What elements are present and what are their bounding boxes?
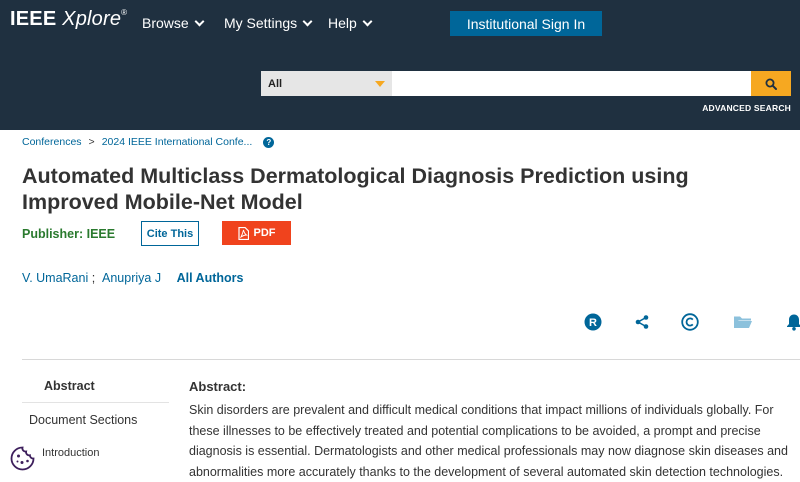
breadcrumb-conference[interactable]: 2024 IEEE International Confe... <box>102 136 253 148</box>
author-separator: ; <box>91 271 96 285</box>
publisher-name: IEEE <box>86 227 116 241</box>
copyright-button[interactable] <box>680 312 700 332</box>
publisher: Publisher: IEEE <box>22 227 115 241</box>
search-input[interactable] <box>392 71 751 96</box>
chevron-down-icon <box>302 16 313 26</box>
save-to-folder-button[interactable] <box>732 312 754 332</box>
rights-icon: R <box>584 313 602 331</box>
sidebar-document-sections-heading: Document Sections <box>29 413 138 427</box>
site-header: IEEE Xplore® Browse My Settings Help Ins… <box>0 0 800 130</box>
nav-browse-label: Browse <box>142 15 189 31</box>
abstract-heading: Abstract: <box>189 379 247 394</box>
pdf-button[interactable]: PDF <box>222 221 291 245</box>
publisher-label: Publisher: <box>22 227 84 241</box>
search-scope-select[interactable]: All <box>261 71 392 96</box>
abstract-text: Skin disorders are prevalent and difficu… <box>189 403 788 479</box>
share-icon <box>635 315 649 329</box>
help-icon[interactable]: ? <box>263 136 275 148</box>
breadcrumb-separator: > <box>88 136 95 148</box>
cookie-preferences-button[interactable] <box>8 444 37 473</box>
nav-browse[interactable]: Browse <box>142 15 205 31</box>
ieee-xplore-logo[interactable]: IEEE Xplore® <box>10 8 127 31</box>
chevron-down-icon <box>194 16 205 26</box>
share-button[interactable] <box>632 312 652 332</box>
copyright-icon <box>681 313 699 331</box>
sidebar-divider <box>22 402 169 403</box>
nav-my-settings-label: My Settings <box>224 15 298 31</box>
logo-ieee-text: IEEE <box>10 8 57 30</box>
folder-icon <box>734 316 752 328</box>
search-icon <box>765 78 777 90</box>
advanced-search-link[interactable]: ADVANCED SEARCH <box>702 103 791 113</box>
breadcrumb-conferences[interactable]: Conferences <box>22 136 82 148</box>
author-link[interactable]: Anupriya J <box>102 271 161 285</box>
chevron-down-icon <box>362 16 373 26</box>
nav-my-settings[interactable]: My Settings <box>224 15 313 31</box>
logo-xplore-text: Xplore <box>62 8 122 30</box>
section-divider <box>22 359 800 360</box>
sidebar-item-abstract[interactable]: Abstract <box>44 379 95 393</box>
cite-this-button[interactable]: Cite This <box>141 221 199 246</box>
logo-registered-mark: ® <box>121 8 128 18</box>
author-link[interactable]: V. UmaRani <box>22 271 88 285</box>
institutional-sign-in-button[interactable]: Institutional Sign In <box>450 11 602 36</box>
all-authors-link[interactable]: All Authors <box>177 271 244 285</box>
alerts-button[interactable] <box>784 312 800 332</box>
cookie-icon <box>8 444 37 473</box>
pdf-icon <box>237 226 249 240</box>
bell-icon <box>787 314 800 331</box>
search-button[interactable] <box>751 71 791 96</box>
breadcrumb: Conferences > 2024 IEEE International Co… <box>22 136 275 148</box>
sidebar-item-introduction[interactable]: Introduction <box>42 447 99 459</box>
pdf-label: PDF <box>253 227 276 239</box>
page-title: Automated Multiclass Dermatological Diag… <box>22 164 689 214</box>
nav-help-label: Help <box>328 15 357 31</box>
nav-help[interactable]: Help <box>328 15 373 31</box>
caret-down-icon <box>375 81 385 87</box>
svg-text:R: R <box>589 317 597 329</box>
search-scope-value: All <box>268 77 283 90</box>
rights-permissions-button[interactable]: R <box>583 312 603 332</box>
author-list: V. UmaRani ; Anupriya J All Authors <box>22 271 243 285</box>
